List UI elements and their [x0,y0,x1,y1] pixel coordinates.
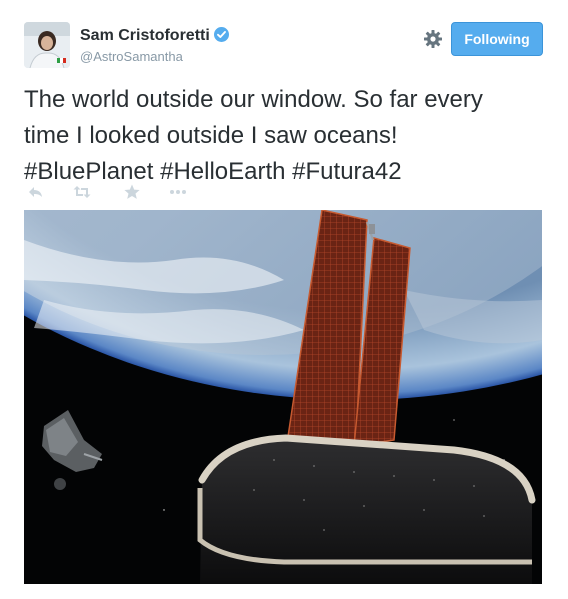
avatar[interactable] [24,22,70,68]
verified-badge-icon [213,27,229,42]
reply-icon[interactable] [26,182,46,202]
tweet-header: Sam Cristoforetti @AstroSamantha Followi… [24,22,544,68]
following-button[interactable]: Following [451,22,543,56]
tweet-card: Sam Cristoforetti @AstroSamantha Followi… [0,0,568,599]
username[interactable]: @AstroSamantha [80,49,183,64]
tweet-photo[interactable] [24,210,542,584]
star-icon[interactable] [122,182,142,202]
retweet-icon[interactable] [72,182,92,202]
tweet-text: The world outside our window. So far eve… [24,82,544,190]
tweet-text-line: The world outside our window. So far eve… [24,86,483,113]
gear-icon[interactable] [422,28,444,50]
tweet-actions [24,182,224,202]
earth-from-space-photo [24,210,542,584]
more-icon[interactable] [168,182,188,202]
display-name-text: Sam Cristoforetti [80,27,210,44]
tweet-text-line: time I looked outside I saw oceans! [24,122,398,149]
display-name[interactable]: Sam Cristoforetti [80,27,229,45]
